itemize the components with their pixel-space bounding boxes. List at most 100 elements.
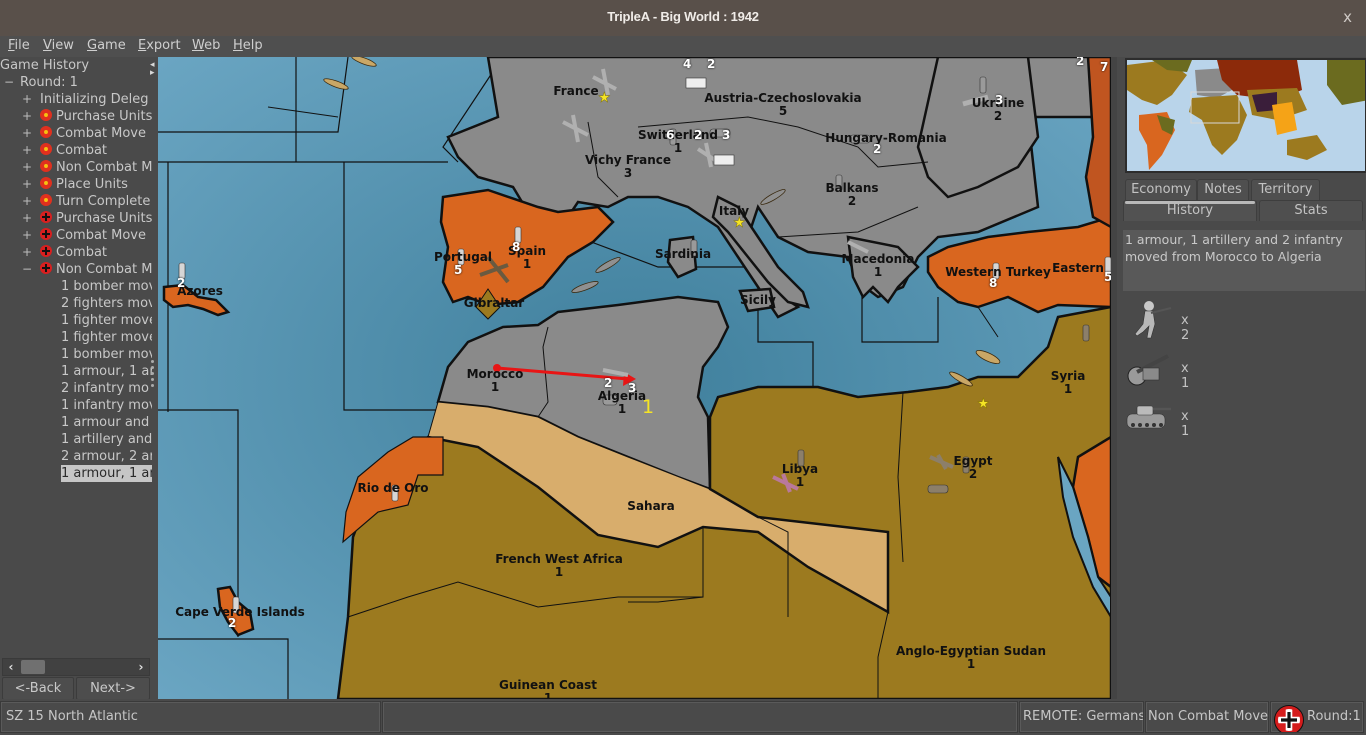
menu-game[interactable]: Game bbox=[87, 38, 126, 53]
tree-step[interactable]: + Purchase Units bbox=[22, 108, 152, 125]
menu-help[interactable]: Help bbox=[233, 38, 263, 53]
tree-step[interactable]: + Initializing Deleg bbox=[22, 91, 149, 108]
tree-step[interactable]: + Place Units bbox=[22, 176, 128, 193]
move-item[interactable]: 1 infantry mov bbox=[61, 397, 152, 414]
territory-label-vichy-france[interactable]: Vichy France 3 bbox=[585, 154, 671, 180]
splitter-handle[interactable] bbox=[151, 360, 155, 390]
soviet-flag-icon bbox=[40, 126, 52, 138]
tree-step[interactable]: + Non Combat M bbox=[22, 159, 152, 176]
move-item[interactable]: 1 artillery and bbox=[61, 431, 152, 448]
expand-icon[interactable]: + bbox=[22, 91, 32, 108]
collapse-icon[interactable]: − bbox=[22, 261, 32, 278]
move-item[interactable]: 1 fighter move bbox=[61, 329, 152, 346]
tree-root[interactable]: Game History bbox=[0, 57, 89, 74]
tree-step[interactable]: + Turn Complete bbox=[22, 193, 150, 210]
territory-label-guinean-coast[interactable]: Guinean Coast 1 bbox=[499, 679, 597, 700]
tab-stats[interactable]: Stats bbox=[1259, 200, 1363, 221]
unit-count-label: x 1 bbox=[1181, 409, 1190, 439]
close-icon[interactable]: x bbox=[1343, 8, 1352, 26]
move-item[interactable]: 1 fighter move bbox=[61, 312, 152, 329]
history-tree[interactable]: Game History − Round: 1 + Initializing D… bbox=[0, 57, 152, 657]
territory-label-macedonia[interactable]: Macedonia 1 bbox=[842, 253, 915, 279]
territory-label-sahara[interactable]: Sahara bbox=[627, 500, 674, 513]
expand-icon[interactable]: + bbox=[22, 159, 32, 176]
territory-label-sardinia[interactable]: Sardinia bbox=[655, 248, 711, 261]
tree-step[interactable]: + Combat Move bbox=[22, 227, 146, 244]
expand-icon[interactable]: + bbox=[22, 108, 32, 125]
territory-label-western-turkey[interactable]: Western Turkey bbox=[945, 266, 1051, 279]
expand-icon[interactable]: + bbox=[22, 210, 32, 227]
territory-label-italy[interactable]: Italy bbox=[719, 205, 749, 218]
minimap[interactable] bbox=[1125, 58, 1366, 173]
move-item[interactable]: 2 armour, 2 ar bbox=[61, 448, 152, 465]
territory-label-sicily[interactable]: Sicily bbox=[740, 294, 776, 307]
step-label: Initializing Deleg bbox=[40, 92, 149, 107]
expand-icon[interactable]: + bbox=[22, 193, 32, 210]
step-label: Purchase Units bbox=[56, 211, 152, 226]
tree-step[interactable]: + Combat bbox=[22, 142, 107, 159]
territory-label-france[interactable]: France bbox=[553, 85, 598, 98]
territory-label-gibraltar[interactable]: Gibraltar bbox=[464, 297, 524, 310]
expand-icon[interactable]: + bbox=[22, 125, 32, 142]
territory-label-egypt[interactable]: Egypt 2 bbox=[954, 455, 993, 481]
territory-label-hungary-romania[interactable]: Hungary-Romania bbox=[825, 132, 946, 145]
unit-count: 3 bbox=[995, 93, 1004, 107]
back-button[interactable]: <-Back bbox=[2, 677, 74, 700]
splitter-collapse-arrows[interactable]: ◂ ▸ bbox=[150, 61, 155, 78]
expand-icon[interactable]: + bbox=[22, 142, 32, 159]
window-title: TripleA - Big World : 1942 bbox=[607, 9, 759, 24]
move-item[interactable]: 2 infantry mo bbox=[61, 380, 149, 397]
status-phase: Non Combat Move bbox=[1145, 701, 1269, 733]
tab-notes[interactable]: Notes bbox=[1197, 179, 1249, 200]
move-item[interactable]: 1 armour, 1 ar bbox=[61, 363, 152, 380]
scroll-left-icon[interactable]: ‹ bbox=[3, 659, 19, 675]
step-label: Combat Move bbox=[56, 228, 147, 243]
territory-label-syria[interactable]: Syria 1 bbox=[1051, 370, 1086, 396]
tab-history[interactable]: History bbox=[1123, 200, 1257, 221]
scroll-thumb[interactable] bbox=[21, 660, 45, 674]
next-button[interactable]: Next-> bbox=[76, 677, 150, 700]
infantry-icon bbox=[1134, 301, 1172, 339]
move-item[interactable]: 1 bomber mov bbox=[61, 346, 152, 363]
territory-label-portugal[interactable]: Portugal bbox=[434, 251, 492, 264]
territory-label-french-west-africa[interactable]: French West Africa 1 bbox=[495, 553, 623, 579]
tree-step[interactable]: + Purchase Units bbox=[22, 210, 152, 227]
status-bar: SZ 15 North Atlantic REMOTE: Germans Non… bbox=[0, 699, 1366, 735]
game-map[interactable]: ★ ★ ★ France Austria-Czechoslovakia 5 Uk… bbox=[158, 57, 1111, 699]
territory-label-anglo-egyptian-sudan[interactable]: Anglo-Egyptian Sudan 1 bbox=[896, 645, 1046, 671]
tab-territory[interactable]: Territory bbox=[1251, 179, 1320, 200]
tree-step-expanded[interactable]: − Non Combat M bbox=[22, 261, 152, 278]
move-item-selected[interactable]: 1 armour, 1 ar bbox=[61, 465, 152, 482]
unit-count: 3 bbox=[722, 128, 731, 142]
menu-view[interactable]: View bbox=[43, 38, 74, 53]
tab-economy[interactable]: Economy bbox=[1125, 179, 1197, 200]
territory-label-cape-verde[interactable]: Cape Verde Islands bbox=[175, 606, 305, 619]
minimap-canvas[interactable] bbox=[1127, 60, 1366, 173]
expand-icon[interactable]: + bbox=[22, 244, 32, 261]
territory-label-austria[interactable]: Austria-Czechoslovakia 5 bbox=[704, 92, 861, 118]
horizontal-scrollbar[interactable]: ‹ › bbox=[2, 658, 150, 676]
move-item[interactable]: 1 armour and bbox=[61, 414, 149, 431]
armour-icon bbox=[927, 484, 949, 494]
territory-label-morocco[interactable]: Morocco 1 bbox=[467, 368, 524, 394]
territory-label-algeria[interactable]: Algeria 1 bbox=[598, 390, 646, 416]
territory-label-balkans[interactable]: Balkans 2 bbox=[825, 182, 878, 208]
collapse-icon[interactable]: − bbox=[4, 74, 14, 91]
expand-icon[interactable]: + bbox=[22, 227, 32, 244]
menu-file[interactable]: File bbox=[8, 38, 30, 53]
territory-label-switzerland[interactable]: Switzerland 1 bbox=[638, 129, 718, 155]
territory-label-eastern[interactable]: Eastern bbox=[1052, 262, 1104, 275]
move-item[interactable]: 2 fighters mov bbox=[61, 295, 152, 312]
tree-step[interactable]: + Combat bbox=[22, 244, 107, 261]
unit-count: 8 bbox=[512, 240, 521, 254]
tree-round[interactable]: − Round: 1 bbox=[4, 74, 78, 91]
territory-label-rio-de-oro[interactable]: Rio de Oro bbox=[357, 482, 428, 495]
scroll-right-icon[interactable]: › bbox=[133, 659, 149, 675]
menu-web[interactable]: Web bbox=[192, 38, 220, 53]
expand-icon[interactable]: + bbox=[22, 176, 32, 193]
move-item[interactable]: 1 bomber mov bbox=[61, 278, 152, 295]
tree-step[interactable]: + Combat Move bbox=[22, 125, 146, 142]
soviet-flag-icon bbox=[40, 143, 52, 155]
territory-label-libya[interactable]: Libya 1 bbox=[782, 463, 818, 489]
menu-export[interactable]: Export bbox=[138, 38, 181, 53]
